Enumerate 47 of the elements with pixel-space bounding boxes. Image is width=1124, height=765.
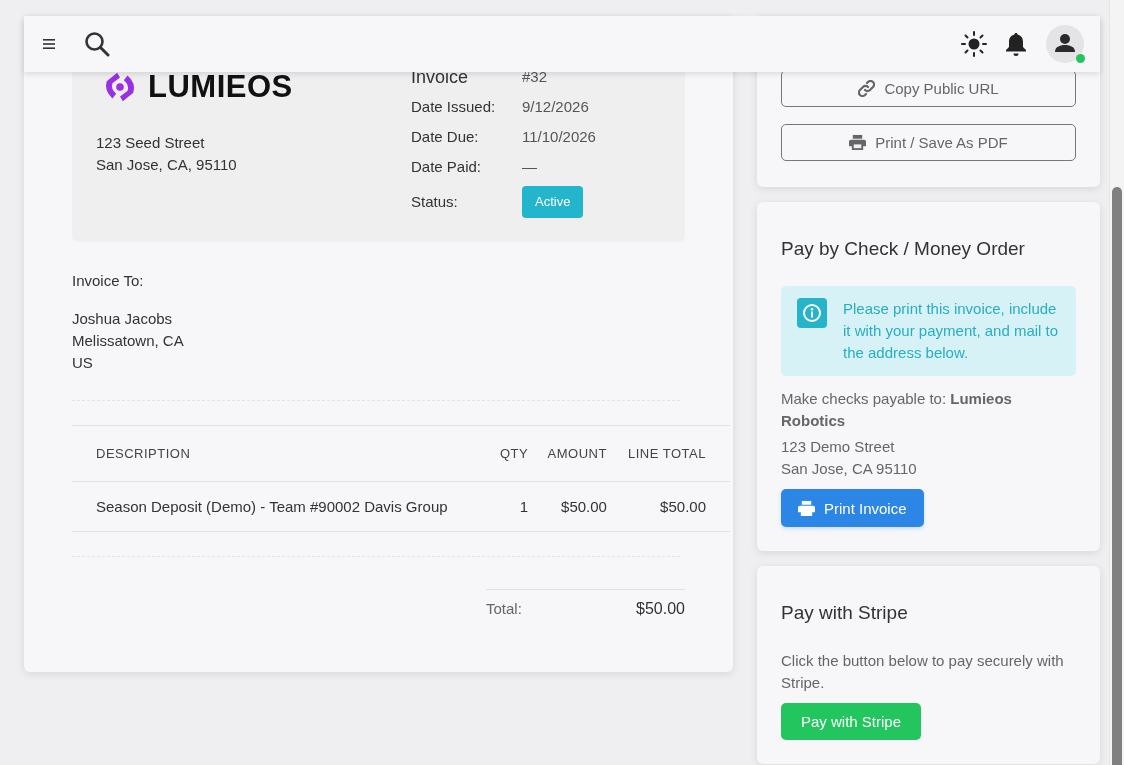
address-line: 123 Seed Street [96, 133, 206, 153]
total-label: Total: [486, 600, 522, 618]
print-button[interactable]: Print / Save As PDF [781, 124, 1076, 161]
scrollbar-thumb[interactable] [1112, 187, 1122, 765]
column-header: LINE TOTAL [614, 425, 730, 482]
column-header: AMOUNT [536, 425, 615, 482]
field-label: Date Paid: [411, 157, 483, 177]
print-invoice-button[interactable]: Print Invoice [781, 489, 924, 527]
address-line: Joshua Jacobs [72, 309, 174, 329]
card-title: Pay with Stripe [781, 602, 909, 624]
table-cell: $50.00 [536, 481, 615, 532]
invoice-title: Invoice [411, 66, 470, 88]
menu-icon[interactable] [43, 39, 55, 49]
column-header: DESCRIPTION [72, 425, 490, 482]
payable-text: Make checks payable to: Lumieos Robotics [781, 389, 1013, 431]
field-value: 9/12/2026 [522, 97, 589, 117]
scrollbar[interactable] [1109, 0, 1124, 765]
description-text: Click the button below to pay securely with Stripe. [781, 651, 1065, 693]
link-icon [858, 80, 876, 97]
field-label: Date Due: [411, 127, 480, 147]
logo-text: LUMIEOS [148, 69, 293, 105]
invoice-number: #32 [522, 67, 548, 87]
table-cell: 1 [489, 481, 537, 532]
total-value: $50.00 [636, 600, 685, 618]
table-cell: Season Deposit (Demo) - Team #90002 Davis Group [72, 481, 490, 532]
address-line: San Jose, CA, 95110 [96, 155, 238, 175]
field-value: 11/10/2026 [522, 127, 596, 147]
address-line: US [72, 353, 94, 373]
printer-icon [798, 499, 815, 517]
address-line: Melissatown, CA [72, 331, 185, 351]
field-label: Date Issued: [411, 97, 497, 117]
search-icon[interactable] [84, 31, 110, 57]
info-icon [797, 298, 827, 328]
status-badge: Active [522, 186, 584, 218]
bill-to-heading: Invoice To: [72, 271, 145, 291]
printer-icon [849, 134, 867, 151]
column-header: QTY [489, 425, 537, 482]
table-cell: $50.00 [614, 481, 730, 532]
field-value: — [522, 157, 537, 177]
card-title: Pay by Check / Money Order [781, 238, 1026, 260]
bell-icon[interactable] [1005, 32, 1027, 56]
avatar[interactable] [1046, 25, 1084, 63]
field-label: Status: [411, 192, 459, 212]
notice-text: Please print this invoice, include it with your payment, and mail to the address below. [843, 299, 1060, 363]
sun-icon[interactable] [961, 31, 987, 57]
address-line: 123 Demo Street [781, 437, 896, 457]
address-line: San Jose, CA 95110 [781, 459, 918, 479]
